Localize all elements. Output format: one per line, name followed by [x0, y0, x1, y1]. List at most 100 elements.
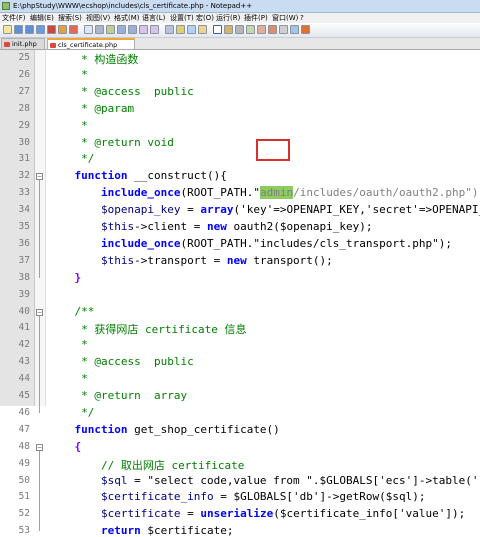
- code-token: $sql: [100, 473, 128, 487]
- code-line[interactable]: */: [48, 406, 94, 419]
- code-line[interactable]: /**: [48, 305, 94, 318]
- code-line[interactable]: */: [48, 152, 94, 165]
- code-line[interactable]: *: [48, 68, 88, 81]
- undo-icon[interactable]: [117, 25, 126, 34]
- line-number: 41: [18, 322, 30, 334]
- menu-item[interactable]: 视图(V): [86, 13, 110, 23]
- zoom-in-icon[interactable]: [165, 25, 174, 34]
- close-all-icon[interactable]: [58, 25, 67, 34]
- new-file-icon[interactable]: [3, 25, 12, 34]
- close-icon[interactable]: [47, 25, 56, 34]
- line-number: 28: [18, 102, 30, 114]
- find-icon[interactable]: [139, 25, 148, 34]
- code-token: $this: [100, 220, 135, 233]
- redo-icon[interactable]: [128, 25, 137, 34]
- code-text: *: [48, 67, 88, 81]
- line-number: 42: [18, 339, 30, 351]
- sync-scroll-icon[interactable]: [187, 25, 196, 34]
- line-number: 36: [18, 237, 30, 249]
- menu-item[interactable]: 语言(L): [142, 13, 165, 23]
- code-token: new: [226, 253, 247, 267]
- code-line[interactable]: * @access public: [48, 355, 194, 368]
- menu-bar: 文件(F) 编辑(E) 搜索(S) 视图(V) 格式(M) 语言(L) 设置(T) 宏(O) 运…: [0, 13, 480, 23]
- code-text: * @access public: [48, 355, 194, 369]
- code-line[interactable]: * 构造函数: [48, 51, 138, 67]
- menu-item[interactable]: 编辑(E): [30, 13, 54, 23]
- code-text: * @return array: [48, 389, 188, 402]
- tab-init-php[interactable]: init.php: [1, 38, 45, 49]
- code-line[interactable]: * @return void: [48, 136, 174, 149]
- menu-item[interactable]: 设置(T): [170, 13, 194, 23]
- cut-icon[interactable]: [84, 25, 93, 34]
- menu-item[interactable]: 文件(F): [2, 13, 26, 23]
- replace-icon[interactable]: [150, 25, 159, 34]
- code-line[interactable]: function get_shop_certificate(): [48, 423, 280, 436]
- indent-guide-icon[interactable]: [224, 25, 233, 34]
- tab-cls-certificate-php[interactable]: cls_certificate.php: [47, 38, 135, 49]
- code-line[interactable]: $certificate_info = $GLOBALS['db']->getR…: [48, 490, 426, 503]
- code-line[interactable]: include_once(ROOT_PATH."includes/cls_tra…: [48, 237, 452, 250]
- code-line[interactable]: {: [48, 440, 81, 453]
- menu-item[interactable]: 插件(P): [244, 13, 268, 23]
- wrap-icon[interactable]: [198, 25, 207, 34]
- save-icon[interactable]: [25, 25, 34, 34]
- line-number: 45: [18, 390, 30, 401]
- line-number: 35: [18, 221, 30, 232]
- code-line[interactable]: return $certificate;: [48, 524, 233, 537]
- code-line[interactable]: * @return array: [48, 389, 187, 402]
- fold-margin: [35, 50, 46, 406]
- code-line[interactable]: function __construct(){: [48, 169, 227, 182]
- tab-bar: init.php cls_certificate.php: [0, 38, 480, 50]
- line-number: 51: [18, 491, 30, 503]
- code-token: $this: [100, 253, 135, 267]
- code-line[interactable]: * @param: [48, 102, 134, 115]
- menu-item[interactable]: 宏(O): [196, 13, 214, 23]
- code-line[interactable]: $openapi_key = array('key'=>OPENAPI_KEY,…: [48, 203, 480, 216]
- doc-map-icon[interactable]: [246, 25, 255, 34]
- monitor-icon[interactable]: [268, 25, 277, 34]
- menu-item[interactable]: 格式(M): [114, 13, 140, 23]
- code-line[interactable]: * 获得网店 certificate 信息: [48, 321, 246, 337]
- code-line[interactable]: }: [48, 271, 81, 284]
- record-macro-icon[interactable]: [279, 25, 288, 34]
- code-token: include_once: [100, 236, 181, 250]
- code-token: oauth2($openapi_key);: [226, 220, 373, 233]
- annotation-box: [256, 139, 290, 161]
- code-line[interactable]: $this->client = new oauth2($openapi_key)…: [48, 220, 373, 233]
- open-file-icon[interactable]: [14, 25, 23, 34]
- code-text: /**: [48, 304, 95, 318]
- fold-toggle-icon[interactable]: −: [36, 443, 43, 451]
- zoom-out-icon[interactable]: [176, 25, 185, 34]
- menu-item[interactable]: 搜索(S): [58, 13, 82, 23]
- copy-icon[interactable]: [95, 25, 104, 34]
- folder-icon[interactable]: [235, 25, 244, 34]
- code-token: =: [180, 507, 201, 521]
- code-line[interactable]: include_once(ROOT_PATH."admin/includes/o…: [48, 186, 480, 200]
- fold-toggle-icon[interactable]: −: [36, 173, 43, 181]
- function-list-icon[interactable]: [257, 25, 266, 34]
- line-number: 43: [18, 356, 30, 368]
- play-macro-icon[interactable]: [290, 25, 299, 34]
- print-icon[interactable]: [69, 25, 78, 34]
- code-line[interactable]: $certificate = unserialize($certificate_…: [48, 507, 465, 520]
- code-line[interactable]: *: [48, 338, 88, 351]
- run-icon[interactable]: [301, 25, 310, 34]
- code-line[interactable]: // 取出网店 certificate: [48, 457, 244, 473]
- menu-item[interactable]: 运行(R): [216, 13, 240, 23]
- code-line[interactable]: $sql = "select code,value from ".$GLOBAL…: [48, 473, 479, 487]
- tab-label: cls_certificate.php: [58, 41, 118, 49]
- code-line[interactable]: * @access public: [48, 85, 194, 98]
- menu-item[interactable]: ?: [300, 13, 304, 23]
- fold-toggle-icon[interactable]: −: [36, 308, 43, 316]
- save-all-icon[interactable]: [36, 25, 45, 34]
- menu-item[interactable]: 窗口(W): [272, 13, 298, 23]
- paste-icon[interactable]: [106, 25, 115, 34]
- show-all-chars-icon[interactable]: [213, 25, 222, 34]
- code-line[interactable]: *: [48, 119, 88, 132]
- code-line[interactable]: *: [48, 372, 88, 385]
- code-line[interactable]: $this->transport = new transport();: [48, 254, 333, 267]
- line-number: 40: [18, 305, 30, 317]
